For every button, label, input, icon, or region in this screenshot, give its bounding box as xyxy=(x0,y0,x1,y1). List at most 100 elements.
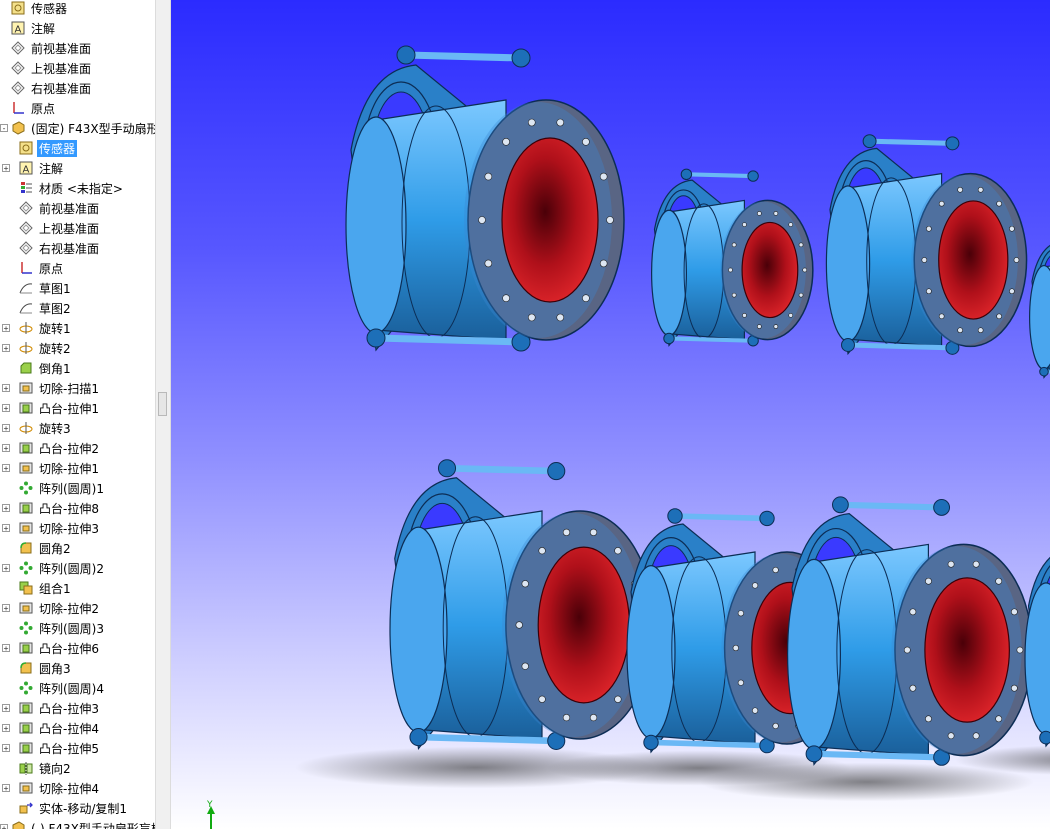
tree-item[interactable]: + A 注解 xyxy=(2,158,155,178)
tree-expander[interactable]: + xyxy=(2,564,10,573)
tree-item[interactable]: 前视基准面 xyxy=(0,38,155,58)
tree-item[interactable]: 草图2 xyxy=(2,298,155,318)
tree-expander[interactable] xyxy=(2,284,10,292)
tree-expander[interactable] xyxy=(2,264,10,272)
tree-item[interactable]: 上视基准面 xyxy=(0,58,155,78)
tree-expander[interactable]: + xyxy=(2,164,10,173)
tree-item[interactable]: 镜向2 xyxy=(2,758,155,778)
tree-expander[interactable] xyxy=(2,244,10,252)
tree-expander[interactable] xyxy=(0,84,8,92)
tree-expander[interactable]: + xyxy=(2,644,10,653)
tree-item[interactable]: 前视基准面 xyxy=(2,198,155,218)
tree-item[interactable]: + 切除-扫描1 xyxy=(2,378,155,398)
tree-item[interactable]: + 凸台-拉伸8 xyxy=(2,498,155,518)
tree-item[interactable]: + 凸台-拉伸3 xyxy=(2,698,155,718)
tree-item[interactable]: 右视基准面 xyxy=(2,238,155,258)
tree-item[interactable]: 圆角2 xyxy=(2,538,155,558)
tree-expander[interactable]: + xyxy=(2,344,10,353)
tree-item[interactable]: 实体-移动/复制1 xyxy=(2,798,155,818)
tree-expander[interactable] xyxy=(2,624,10,632)
tree-item[interactable]: 传感器 xyxy=(2,138,155,158)
tree-item[interactable]: + 切除-拉伸1 xyxy=(2,458,155,478)
tree-item[interactable]: 阵列(圆周)1 xyxy=(2,478,155,498)
tree-item[interactable]: + 切除-拉伸2 xyxy=(2,598,155,618)
tree-item[interactable]: 草图1 xyxy=(2,278,155,298)
tree-item-label: (固定) F43X型手动扇形盲 xyxy=(31,121,155,136)
tree-expander[interactable]: + xyxy=(2,784,10,793)
tree-expander[interactable] xyxy=(0,44,8,52)
tree-item[interactable]: + 凸台-拉伸1 xyxy=(2,398,155,418)
panel-collapse-handle[interactable] xyxy=(158,392,167,416)
tree-item-label: 旋转1 xyxy=(39,321,71,336)
tree-expander[interactable] xyxy=(2,304,10,312)
tree-item[interactable]: + 切除-拉伸3 xyxy=(2,518,155,538)
tree-expander[interactable]: + xyxy=(2,724,10,733)
tree-item[interactable]: 原点 xyxy=(0,98,155,118)
tree-item[interactable]: + 凸台-拉伸4 xyxy=(2,718,155,738)
tree-expander[interactable] xyxy=(2,204,10,212)
tree-expander[interactable] xyxy=(2,544,10,552)
tree-expander[interactable]: + xyxy=(2,424,10,433)
revolve-icon xyxy=(18,340,34,356)
tree-expander[interactable] xyxy=(0,4,8,12)
tree-expander[interactable] xyxy=(2,484,10,492)
tree-expander[interactable]: + xyxy=(2,524,10,533)
tree-item[interactable]: + 凸台-拉伸2 xyxy=(2,438,155,458)
tree-item[interactable]: 阵列(圆周)4 xyxy=(2,678,155,698)
tree-item[interactable]: + 旋转1 xyxy=(2,318,155,338)
graphics-viewport[interactable]: Y xyxy=(171,0,1050,829)
tree-item-label: 原点 xyxy=(39,261,64,276)
tree-item[interactable]: 阵列(圆周)3 xyxy=(2,618,155,638)
tree-expander[interactable] xyxy=(2,224,10,232)
tree-item[interactable]: 上视基准面 xyxy=(2,218,155,238)
tree-expander[interactable] xyxy=(2,664,10,672)
tree-item[interactable]: + 凸台-拉伸5 xyxy=(2,738,155,758)
tree-item-label: 凸台-拉伸4 xyxy=(39,721,99,736)
tree-expander[interactable]: + xyxy=(0,824,8,829)
tree-expander[interactable] xyxy=(2,804,10,812)
tree-expander[interactable]: + xyxy=(2,464,10,473)
tree-expander[interactable] xyxy=(2,584,10,592)
tree-item[interactable]: + 切除-拉伸4 xyxy=(2,778,155,798)
tree-expander[interactable] xyxy=(2,364,10,372)
tree-item[interactable]: + 阵列(圆周)2 xyxy=(2,558,155,578)
tree-expander[interactable]: + xyxy=(2,404,10,413)
tree-expander[interactable] xyxy=(0,24,8,32)
tree-scrollbar[interactable] xyxy=(155,0,171,829)
tree-expander[interactable]: + xyxy=(2,384,10,393)
tree-expander[interactable]: + xyxy=(2,324,10,333)
tree-item[interactable]: A 注解 xyxy=(0,18,155,38)
tree-item[interactable]: 材质 <未指定> xyxy=(2,178,155,198)
tree-item[interactable]: + 旋转3 xyxy=(2,418,155,438)
tree-expander[interactable]: + xyxy=(2,744,10,753)
extrude-icon xyxy=(18,740,34,756)
tree-item[interactable]: 原点 xyxy=(2,258,155,278)
tree-expander[interactable]: - xyxy=(0,124,8,133)
tree-expander[interactable] xyxy=(2,144,10,152)
tree-item[interactable]: + 旋转2 xyxy=(2,338,155,358)
tree-item-label: 阵列(圆周)3 xyxy=(39,621,104,636)
tree-item[interactable]: 圆角3 xyxy=(2,658,155,678)
tree-item[interactable]: - (固定) F43X型手动扇形盲 xyxy=(0,118,155,138)
tree-expander[interactable] xyxy=(2,184,10,192)
origin-icon xyxy=(18,260,34,276)
tree-item[interactable]: + 凸台-拉伸6 xyxy=(2,638,155,658)
tree-item-label: 草图1 xyxy=(39,281,71,296)
combine-icon xyxy=(18,580,34,596)
tree-expander[interactable]: + xyxy=(2,604,10,613)
tree-item[interactable]: 组合1 xyxy=(2,578,155,598)
annotation-icon: A xyxy=(18,160,34,176)
tree-expander[interactable] xyxy=(0,64,8,72)
tree-expander[interactable] xyxy=(0,104,8,112)
tree-item[interactable]: 传感器 xyxy=(0,0,155,18)
tree-expander[interactable]: + xyxy=(2,504,10,513)
feature-manager-tree[interactable]: 传感器A注解前视基准面上视基准面右视基准面原点-(固定) F43X型手动扇形盲传… xyxy=(0,0,155,829)
tree-item[interactable]: 倒角1 xyxy=(2,358,155,378)
sensor-icon xyxy=(10,0,26,16)
tree-expander[interactable] xyxy=(2,684,10,692)
tree-item[interactable]: + (-) F43X型手动扇形盲板阀 xyxy=(0,818,155,829)
tree-expander[interactable]: + xyxy=(2,444,10,453)
tree-item[interactable]: 右视基准面 xyxy=(0,78,155,98)
tree-expander[interactable]: + xyxy=(2,704,10,713)
tree-expander[interactable] xyxy=(2,764,10,772)
